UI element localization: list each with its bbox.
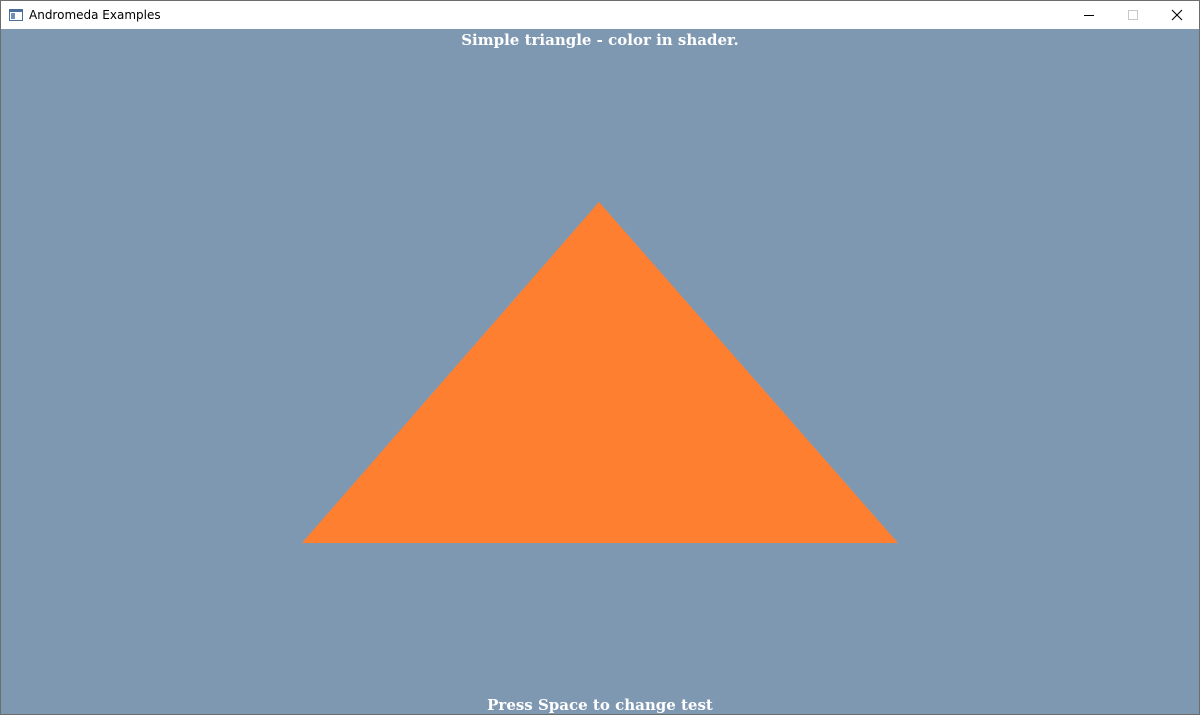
app-window: Andromeda Examples Simple triangle - col… <box>0 0 1200 715</box>
title-bar[interactable]: Andromeda Examples <box>1 1 1199 29</box>
triangle-scene <box>302 202 898 543</box>
minimize-icon <box>1084 15 1094 16</box>
window-title: Andromeda Examples <box>29 8 161 22</box>
app-icon <box>9 9 23 21</box>
minimize-button[interactable] <box>1067 1 1111 29</box>
render-canvas[interactable]: Simple triangle - color in shader. Press… <box>1 29 1199 714</box>
maximize-icon <box>1128 10 1138 20</box>
close-icon <box>1171 9 1183 21</box>
maximize-button[interactable] <box>1111 1 1155 29</box>
window-controls <box>1067 1 1199 29</box>
close-button[interactable] <box>1155 1 1199 29</box>
scene-heading: Simple triangle - color in shader. <box>461 31 739 49</box>
orange-triangle <box>302 202 898 543</box>
scene-footer: Press Space to change test <box>487 696 713 714</box>
